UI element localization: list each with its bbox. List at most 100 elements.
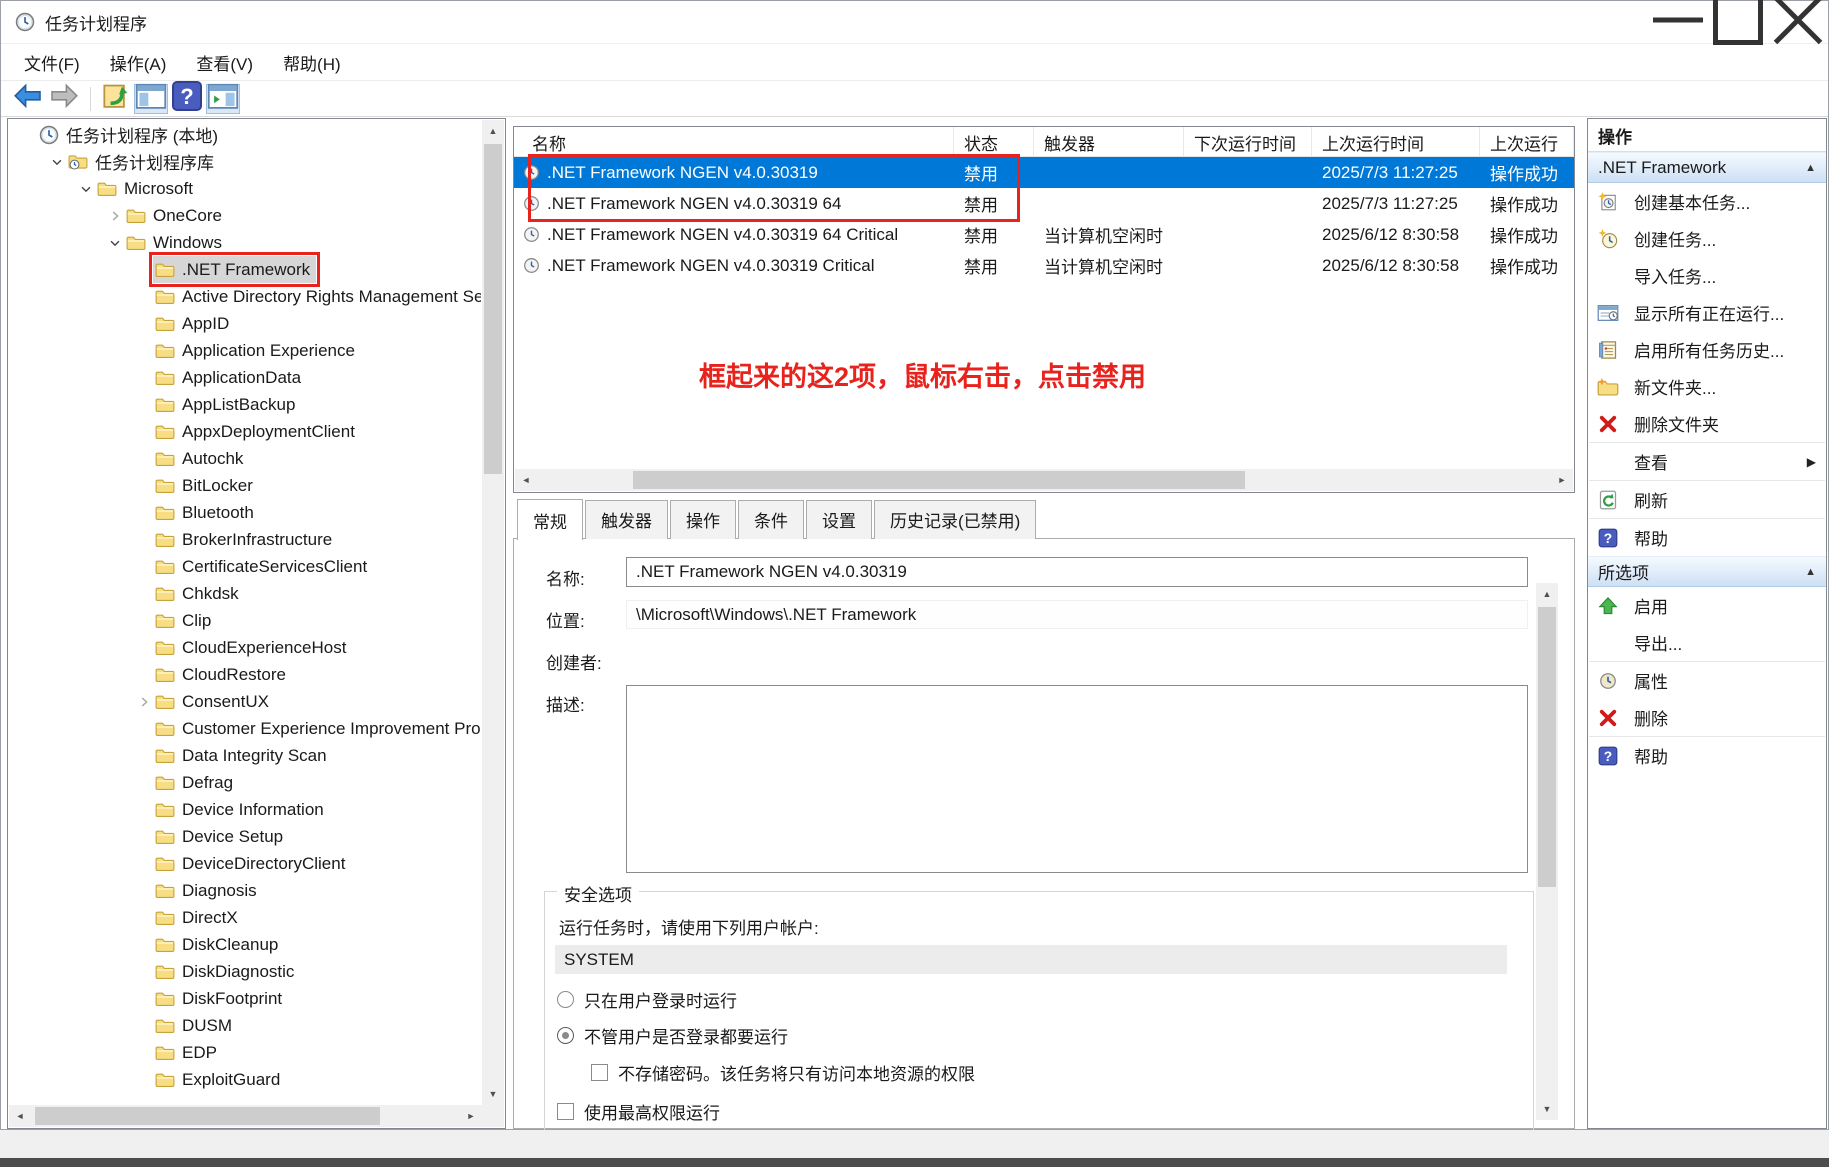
tree-item-defrag[interactable]: Defrag <box>9 769 481 796</box>
scroll-right-icon[interactable]: ► <box>1551 469 1573 491</box>
tree-hscroll-thumb[interactable] <box>35 1107 380 1125</box>
collapse-icon[interactable]: ▲ <box>1805 566 1816 578</box>
actions-section-header-1[interactable]: 所选项▲ <box>1588 556 1826 587</box>
expander-open-icon[interactable] <box>48 153 66 171</box>
tree-vertical-scrollbar[interactable]: ▲ ▼ <box>482 120 504 1105</box>
tree-item-cloudexperiencehost[interactable]: CloudExperienceHost <box>9 634 481 661</box>
tree-item-edp[interactable]: EDP <box>9 1039 481 1066</box>
radio-run-when-logged-on[interactable]: 只在用户登录时运行 <box>557 987 737 1012</box>
list-horizontal-scrollbar[interactable]: ◄ ► <box>515 469 1573 491</box>
close-button[interactable] <box>1768 1 1828 43</box>
tree-item-autochk[interactable]: Autochk <box>9 445 481 472</box>
menu-item-1[interactable]: 操作(A) <box>95 43 182 82</box>
tree-item-brokerinfrastructure[interactable]: BrokerInfrastructure <box>9 526 481 553</box>
maximize-button[interactable] <box>1708 1 1768 43</box>
action-item-0-2[interactable]: 导入任务... <box>1588 257 1826 294</box>
task-name-field[interactable]: .NET Framework NGEN v4.0.30319 <box>626 557 1528 587</box>
checkbox-icon[interactable] <box>557 1103 574 1120</box>
action-item-0-3[interactable]: 显示所有正在运行... <box>1588 294 1826 331</box>
tree-item-device-information[interactable]: Device Information <box>9 796 481 823</box>
tree-item-directx[interactable]: DirectX <box>9 904 481 931</box>
scroll-down-icon[interactable]: ▼ <box>482 1083 504 1105</box>
tree-item-bitlocker[interactable]: BitLocker <box>9 472 481 499</box>
tree-item-diskcleanup[interactable]: DiskCleanup <box>9 931 481 958</box>
scroll-left-icon[interactable]: ◄ <box>515 469 537 491</box>
tree-item-dusm[interactable]: DUSM <box>9 1012 481 1039</box>
tree-item-diagnosis[interactable]: Diagnosis <box>9 877 481 904</box>
tree-item-device-setup[interactable]: Device Setup <box>9 823 481 850</box>
tab-5[interactable]: 历史记录(已禁用) <box>874 500 1036 539</box>
action-item-0-8[interactable]: 刷新 <box>1588 481 1826 518</box>
scroll-up-icon[interactable]: ▲ <box>482 120 504 142</box>
tree-item-consentux[interactable]: ConsentUX <box>9 688 481 715</box>
tree-item-[interactable]: 任务计划程序库 <box>9 148 481 175</box>
expander-closed-icon[interactable] <box>135 693 153 711</box>
tab-3[interactable]: 条件 <box>738 500 804 539</box>
scroll-right-icon[interactable]: ► <box>460 1105 482 1127</box>
action-item-0-9[interactable]: ?帮助 <box>1588 519 1826 556</box>
tree-item-windows[interactable]: Windows <box>9 229 481 256</box>
task-row-0[interactable]: .NET Framework NGEN v4.0.30319禁用2025/7/3… <box>514 157 1574 188</box>
tab-2[interactable]: 操作 <box>670 500 736 539</box>
tree-item-[interactable]: 任务计划程序 (本地) <box>9 121 481 148</box>
tree-item-active-directory-rights-management-se[interactable]: Active Directory Rights Management Se <box>9 283 481 310</box>
scroll-down-icon[interactable]: ▼ <box>1536 1098 1558 1120</box>
action-item-0-4[interactable]: 启用所有任务历史... <box>1588 331 1826 368</box>
tree-item-devicedirectoryclient[interactable]: DeviceDirectoryClient <box>9 850 481 877</box>
tree-item-data-integrity-scan[interactable]: Data Integrity Scan <box>9 742 481 769</box>
tab-4[interactable]: 设置 <box>806 500 872 539</box>
forward-button[interactable] <box>47 84 81 114</box>
details-vscroll-thumb[interactable] <box>1538 607 1556 887</box>
tree-item-net-framework[interactable]: .NET Framework <box>9 256 481 283</box>
radio-icon[interactable] <box>557 1027 574 1044</box>
list-hscroll-thumb[interactable] <box>633 471 1245 489</box>
menu-item-0[interactable]: 文件(F) <box>9 43 95 82</box>
column-header-2[interactable]: 触发器 <box>1034 127 1184 157</box>
console-tree-toggle-button[interactable] <box>134 84 168 114</box>
task-row-3[interactable]: .NET Framework NGEN v4.0.30319 Critical禁… <box>514 250 1574 281</box>
checkbox-run-highest-privileges[interactable]: 使用最高权限运行 <box>557 1099 720 1124</box>
action-item-1-2[interactable]: 属性 <box>1588 662 1826 699</box>
action-item-1-0[interactable]: 启用 <box>1588 587 1826 624</box>
tree-item-application-experience[interactable]: Application Experience <box>9 337 481 364</box>
column-header-0[interactable]: 名称 <box>514 127 954 157</box>
tree-item-bluetooth[interactable]: Bluetooth <box>9 499 481 526</box>
tree-horizontal-scrollbar[interactable]: ◄ ► <box>9 1105 482 1127</box>
tree-item-applistbackup[interactable]: AppListBackup <box>9 391 481 418</box>
column-header-4[interactable]: 上次运行时间 <box>1312 127 1480 157</box>
tree-item-chkdsk[interactable]: Chkdsk <box>9 580 481 607</box>
help-button[interactable]: ? <box>170 84 204 114</box>
tab-0[interactable]: 常规 <box>517 499 583 540</box>
action-item-0-0[interactable]: 创建基本任务... <box>1588 183 1826 220</box>
radio-icon[interactable] <box>557 991 574 1008</box>
tab-1[interactable]: 触发器 <box>585 500 668 539</box>
tree-item-certificateservicesclient[interactable]: CertificateServicesClient <box>9 553 481 580</box>
tree-item-customer-experience-improvement-prog[interactable]: Customer Experience Improvement Prog <box>9 715 481 742</box>
expander-closed-icon[interactable] <box>106 207 124 225</box>
tree-item-cloudrestore[interactable]: CloudRestore <box>9 661 481 688</box>
action-item-0-1[interactable]: 创建任务... <box>1588 220 1826 257</box>
checkbox-icon[interactable] <box>591 1064 608 1081</box>
tree-item-exploitguard[interactable]: ExploitGuard <box>9 1066 481 1093</box>
action-pane-toggle-button[interactable] <box>206 84 240 114</box>
expander-open-icon[interactable] <box>106 234 124 252</box>
radio-run-whether-logged-on[interactable]: 不管用户是否登录都要运行 <box>557 1023 788 1048</box>
action-item-1-1[interactable]: 导出... <box>1588 624 1826 661</box>
column-header-1[interactable]: 状态 <box>954 127 1034 157</box>
tree-item-appxdeploymentclient[interactable]: AppxDeploymentClient <box>9 418 481 445</box>
action-item-0-5[interactable]: 新文件夹... <box>1588 368 1826 405</box>
checkbox-do-not-store-password[interactable]: 不存储密码。该任务将只有访问本地资源的权限 <box>591 1060 975 1085</box>
task-description-field[interactable] <box>626 685 1528 873</box>
action-item-0-7[interactable]: 查看▶ <box>1588 443 1826 480</box>
tree-item-onecore[interactable]: OneCore <box>9 202 481 229</box>
action-item-0-6[interactable]: 删除文件夹 <box>1588 405 1826 442</box>
menu-item-3[interactable]: 帮助(H) <box>268 43 356 82</box>
task-row-2[interactable]: .NET Framework NGEN v4.0.30319 64 Critic… <box>514 219 1574 250</box>
expander-open-icon[interactable] <box>77 180 95 198</box>
tree-item-appid[interactable]: AppID <box>9 310 481 337</box>
tree-item-applicationdata[interactable]: ApplicationData <box>9 364 481 391</box>
tree-item-microsoft[interactable]: Microsoft <box>9 175 481 202</box>
export-list-button[interactable] <box>98 84 132 114</box>
action-item-1-3[interactable]: 删除 <box>1588 699 1826 736</box>
back-button[interactable] <box>11 84 45 114</box>
